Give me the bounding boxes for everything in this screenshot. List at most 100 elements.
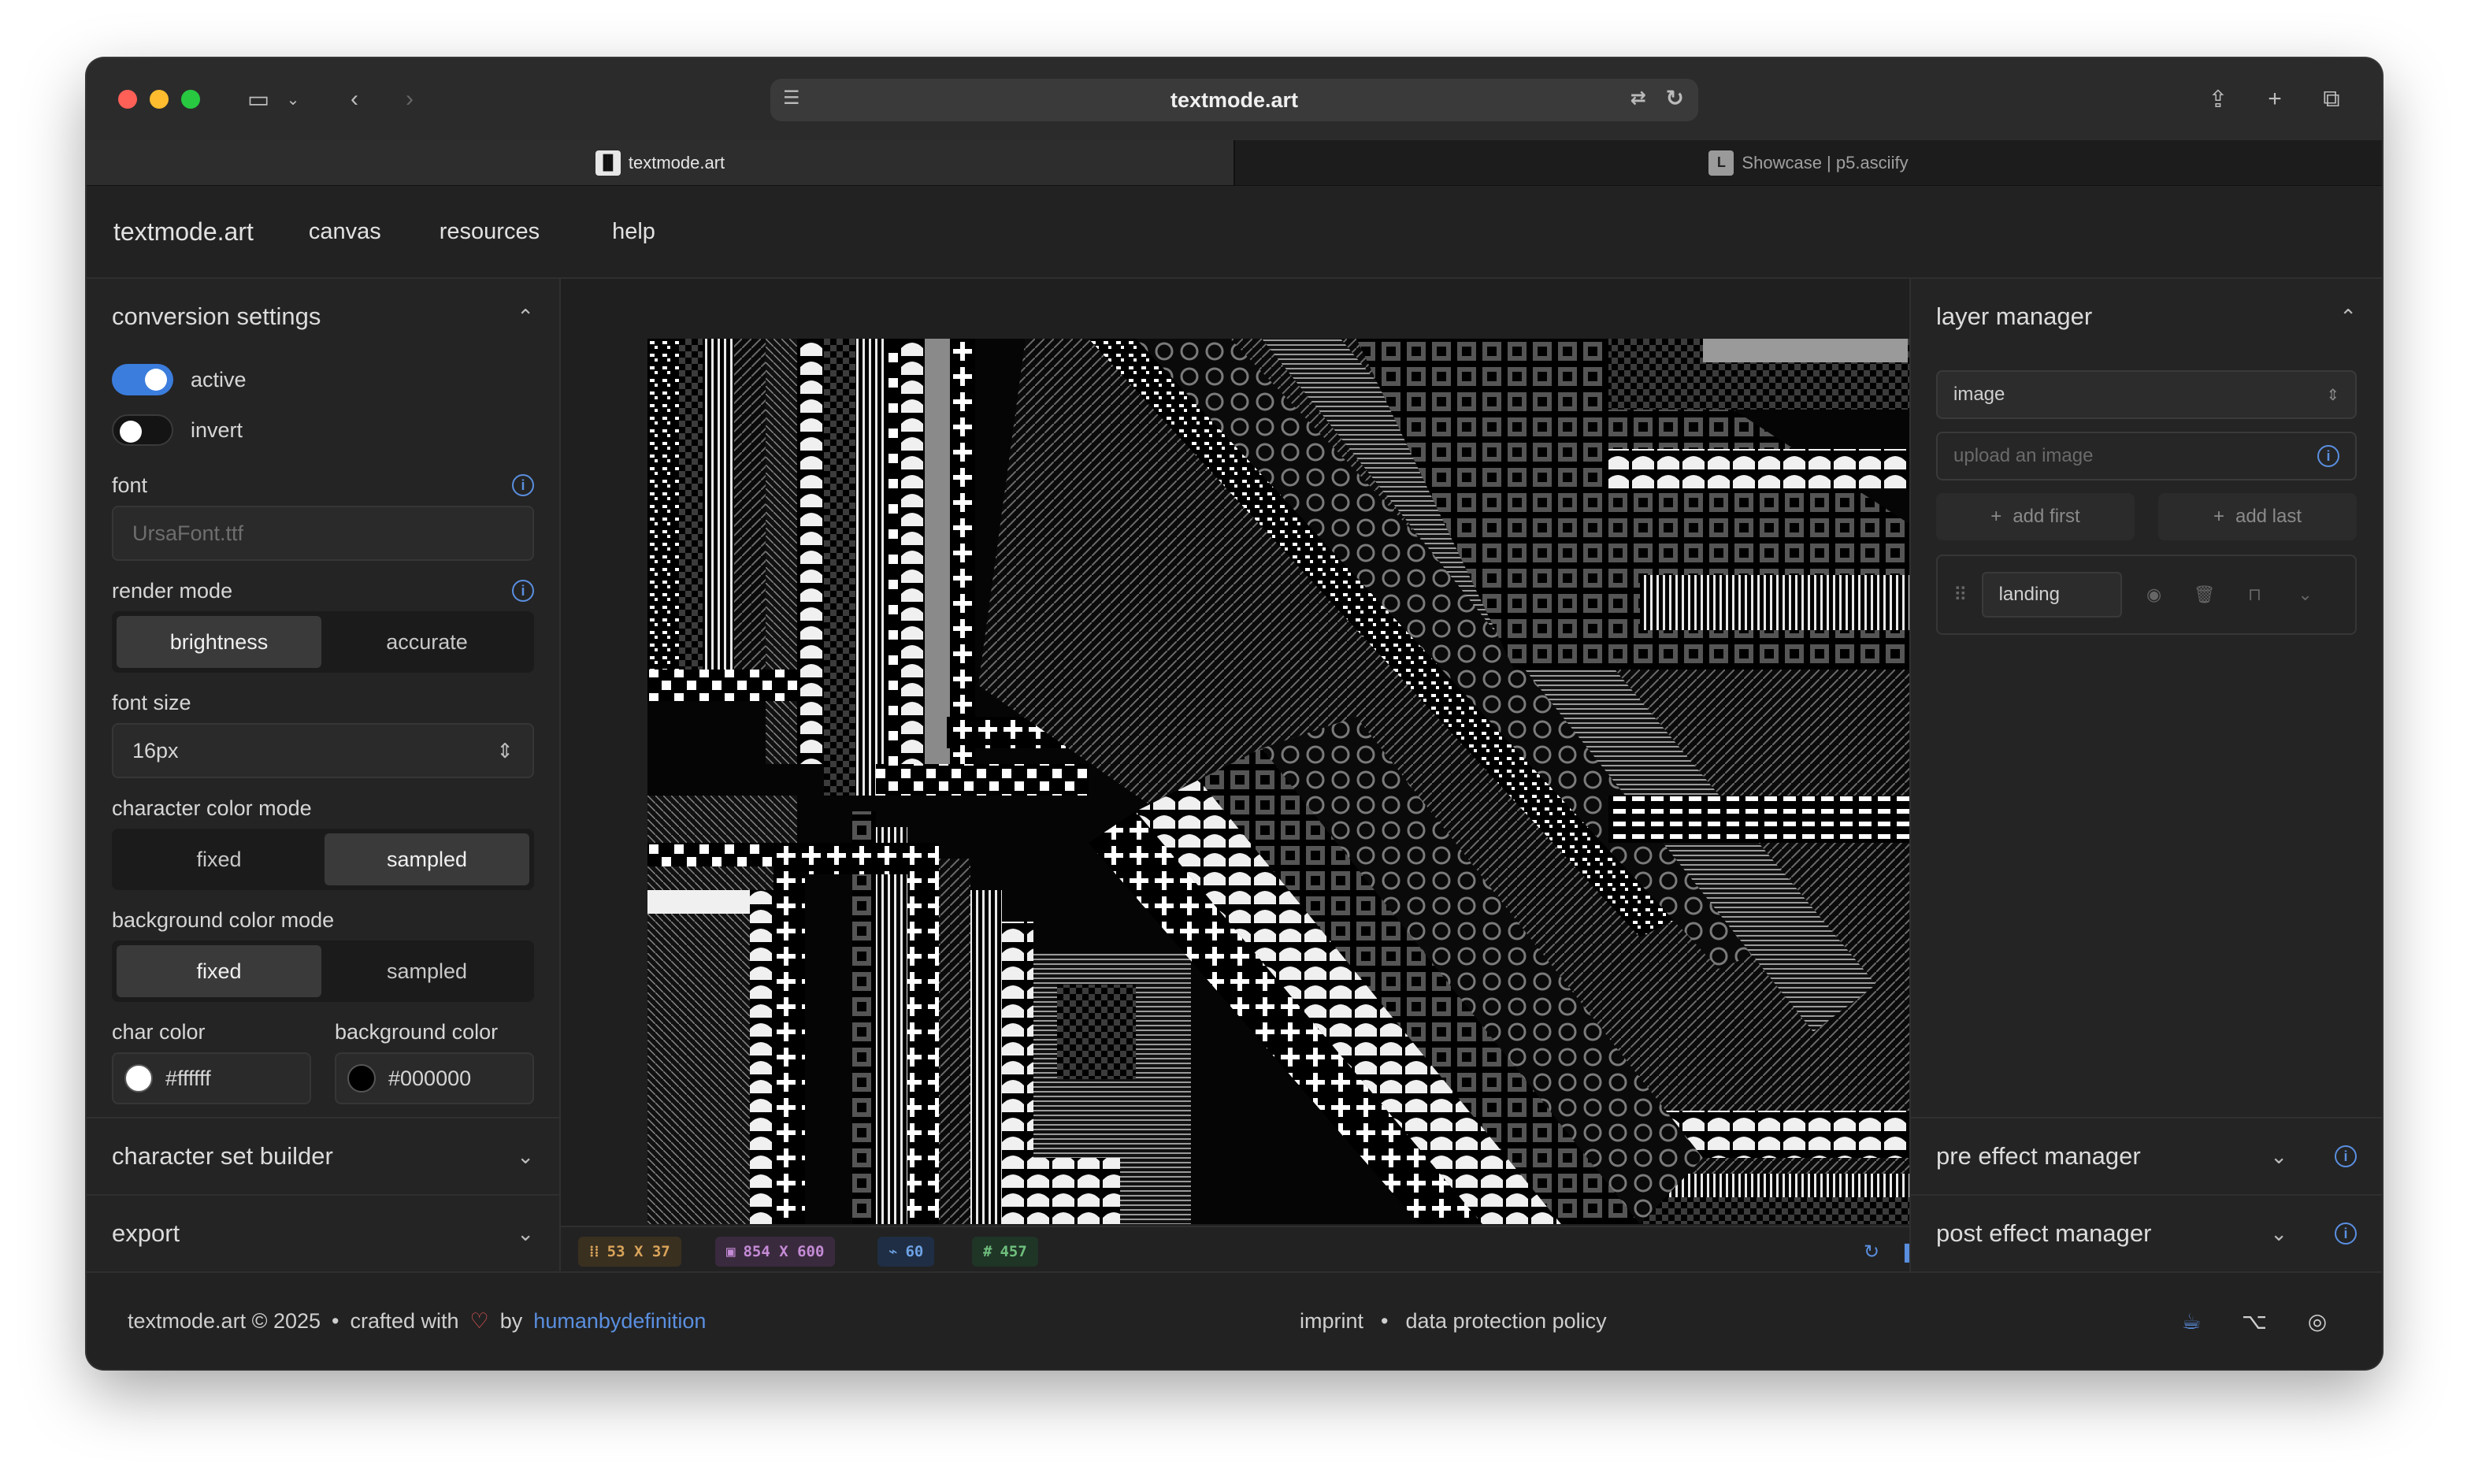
chevron-up-icon[interactable]: ⌃: [517, 305, 534, 329]
nav-link-resources[interactable]: resources: [440, 219, 540, 245]
author-link[interactable]: humanbydefinition: [533, 1309, 706, 1334]
zoom-window-button[interactable]: [181, 90, 200, 109]
bg-color-col: background color #000000: [335, 1018, 534, 1104]
new-tab-icon[interactable]: +: [2257, 82, 2292, 117]
privacy-link[interactable]: data protection policy: [1405, 1309, 1606, 1334]
chevron-down-icon[interactable]: ⌄: [2287, 577, 2324, 613]
pre-effect-manager-header[interactable]: pre effect manager ⌄ i: [1911, 1117, 2382, 1194]
char-set-builder-header[interactable]: character set builder ⌄: [87, 1117, 559, 1194]
char-color-mode-fixed[interactable]: fixed: [117, 833, 321, 885]
p5-asciify-favicon-icon: L: [1708, 150, 1734, 176]
section-title: export: [112, 1219, 180, 1247]
tab-overview-icon[interactable]: ⧉: [2314, 82, 2349, 117]
translate-icon[interactable]: ⇄: [1630, 87, 1646, 109]
post-effect-manager-header[interactable]: post effect manager ⌄ i: [1911, 1194, 2382, 1271]
char-color-label-row: char color: [112, 1018, 311, 1046]
bg-color-mode-sampled[interactable]: sampled: [325, 945, 529, 997]
section-title: pre effect manager: [1936, 1142, 2141, 1170]
forward-icon[interactable]: ›: [392, 82, 427, 117]
invert-toggle[interactable]: [112, 414, 173, 446]
ascii-art-render: [647, 339, 1988, 1224]
brand-logo[interactable]: textmode.art: [113, 217, 254, 247]
bg-color-picker[interactable]: #000000: [335, 1052, 534, 1104]
separator-dot: •: [332, 1308, 339, 1333]
active-toggle[interactable]: [112, 364, 173, 395]
char-color-col: char color #ffffff: [112, 1018, 311, 1104]
layer-manager-header[interactable]: layer manager ⌃: [1911, 279, 2382, 354]
restart-icon[interactable]: ↻: [1857, 1238, 1886, 1265]
add-last-label: add last: [2235, 506, 2302, 527]
sidebar-toggle-icon[interactable]: ▭: [241, 82, 276, 117]
font-size-select[interactable]: 16px ⇕: [112, 723, 534, 778]
info-icon[interactable]: i: [2335, 1222, 2357, 1245]
char-color-swatch: [124, 1064, 153, 1093]
ascii-canvas[interactable]: [647, 339, 1988, 1224]
tab-textmode[interactable]: ▐▌ textmode.art: [87, 140, 1234, 186]
header-controls: ⌄ i: [2270, 1222, 2357, 1246]
font-input[interactable]: UrsaFont.ttf: [112, 506, 534, 561]
left-collapsed-sections: character set builder ⌄ export ⌄: [87, 1117, 559, 1271]
char-color-mode-sampled[interactable]: sampled: [325, 833, 529, 885]
lock-icon[interactable]: ⊓: [2237, 577, 2273, 613]
page-settings-icon[interactable]: ☰: [783, 87, 808, 112]
bg-color-mode-fixed[interactable]: fixed: [117, 945, 321, 997]
address-bar[interactable]: ☰ textmode.art ⇄ ↻: [770, 79, 1698, 121]
minimize-window-button[interactable]: [150, 90, 169, 109]
pulse-icon: ⌁: [888, 1243, 898, 1260]
chevron-down-icon[interactable]: ⌄: [2270, 1222, 2287, 1246]
trash-icon[interactable]: 🗑: [2187, 577, 2223, 613]
chevron-down-icon[interactable]: ⌄: [517, 1222, 534, 1246]
share-icon[interactable]: ⇪: [2201, 82, 2235, 117]
right-panel: layer manager ⌃ image ⇕ upload an image …: [1909, 279, 2382, 1271]
tab-showcase[interactable]: L Showcase | p5.asciify: [1234, 140, 2382, 186]
char-color-picker[interactable]: #ffffff: [112, 1052, 311, 1104]
render-mode-segmented: brightness accurate: [112, 611, 534, 673]
char-count-badge: # 457: [972, 1237, 1038, 1267]
info-icon[interactable]: i: [2335, 1145, 2357, 1167]
resolution-badge: ▣ 854 X 600: [715, 1237, 836, 1267]
back-icon[interactable]: ‹: [337, 82, 372, 117]
eye-icon[interactable]: ◉: [2136, 577, 2172, 613]
render-mode-brightness[interactable]: brightness: [117, 616, 321, 668]
info-icon[interactable]: i: [512, 474, 534, 496]
coffee-icon[interactable]: ☕: [2177, 1307, 2205, 1335]
char-color-mode-label-row: character color mode: [112, 794, 534, 822]
bg-color-label: background color: [335, 1019, 499, 1044]
by-text: by: [499, 1308, 523, 1333]
layer-name-input[interactable]: landing: [1981, 572, 2122, 618]
nav-link-help[interactable]: help: [612, 219, 655, 245]
info-icon[interactable]: i: [2317, 445, 2339, 467]
bg-color-mode-segmented: fixed sampled: [112, 940, 534, 1002]
chevron-down-icon[interactable]: ⌄: [2270, 1145, 2287, 1169]
upload-image-input[interactable]: upload an image i: [1936, 432, 2357, 480]
export-header[interactable]: export ⌄: [87, 1194, 559, 1271]
section-title: character set builder: [112, 1142, 333, 1170]
copyright-text: textmode.art © 2025: [128, 1308, 321, 1333]
imprint-link[interactable]: imprint: [1300, 1309, 1363, 1334]
chevron-up-icon[interactable]: ⌃: [2339, 305, 2357, 329]
chevron-down-icon[interactable]: ⌄: [517, 1145, 534, 1169]
fps-badge: ⌁ 60: [877, 1237, 935, 1267]
render-mode-accurate[interactable]: accurate: [325, 616, 529, 668]
separator-dot: •: [1381, 1308, 1389, 1333]
fps-value: 60: [905, 1243, 924, 1260]
reload-icon[interactable]: ↻: [1666, 85, 1684, 111]
canvas-area: ⁞⁞ 53 X 37 ▣ 854 X 600 ⌁ 60 # 457 ↻ ❚❚ »: [561, 279, 1996, 1271]
section-title: conversion settings: [112, 302, 321, 330]
add-first-button[interactable]: + add first: [1936, 493, 2135, 540]
conversion-settings-header[interactable]: conversion settings ⌃: [87, 279, 559, 354]
footer-legal-links: imprint • data protection policy: [1300, 1309, 1607, 1334]
instagram-icon[interactable]: ◎: [2303, 1307, 2332, 1335]
info-icon[interactable]: i: [512, 580, 534, 602]
header-controls: ⌄ i: [2270, 1145, 2357, 1169]
tab-label: textmode.art: [628, 152, 725, 173]
drag-handle-icon[interactable]: ⠿: [1953, 584, 1968, 607]
source-type-select[interactable]: image ⇕: [1936, 370, 2357, 419]
chevron-down-icon[interactable]: ⌄: [276, 82, 310, 117]
nav-link-canvas[interactable]: canvas: [309, 219, 381, 245]
close-window-button[interactable]: [118, 90, 137, 109]
github-icon[interactable]: ⌥: [2240, 1307, 2269, 1335]
resolution-value: 854 X 600: [743, 1243, 825, 1260]
app-navbar: textmode.art canvas resources help: [87, 186, 2382, 279]
add-last-button[interactable]: + add last: [2158, 493, 2357, 540]
